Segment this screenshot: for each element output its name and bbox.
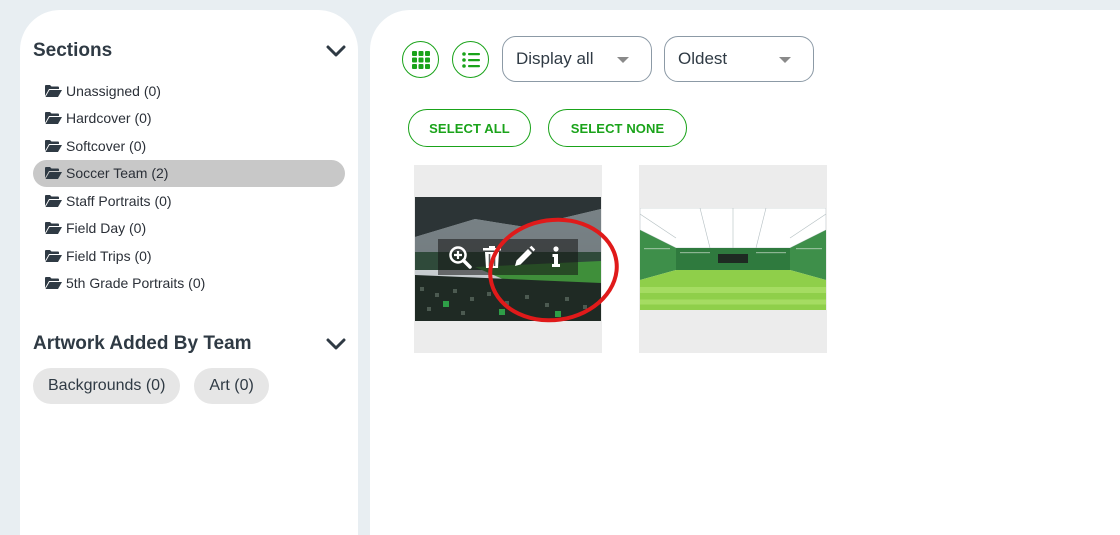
chevron-down-icon[interactable] xyxy=(326,44,346,58)
folder-open-icon xyxy=(45,222,62,235)
artwork-title: Artwork Added By Team xyxy=(33,333,252,354)
folder-item-field-day[interactable]: Field Day (0) xyxy=(33,215,345,243)
photo-action-overlay xyxy=(438,239,578,275)
folder-open-icon xyxy=(45,194,62,207)
photo-tile-1[interactable] xyxy=(414,165,602,353)
folder-label: Soccer Team (2) xyxy=(66,165,169,182)
zoom-in-icon[interactable] xyxy=(448,245,472,269)
sort-order-select[interactable]: Oldest xyxy=(664,36,814,82)
sections-title: Sections xyxy=(33,40,113,61)
chip-art[interactable]: Art (0) xyxy=(194,368,269,404)
folder-label: Field Day (0) xyxy=(66,220,147,237)
folder-item-5th-grade-portraits[interactable]: 5th Grade Portraits (0) xyxy=(33,270,345,298)
folder-open-icon xyxy=(45,112,62,125)
select-none-button[interactable]: SELECT NONE xyxy=(548,109,687,147)
section-folder-list: Unassigned (0) Hardcover (0) Softcover (… xyxy=(33,77,345,297)
folder-open-icon xyxy=(45,84,62,97)
folder-label: Hardcover (0) xyxy=(66,110,152,127)
folder-item-hardcover[interactable]: Hardcover (0) xyxy=(33,105,345,133)
photo-tile-2[interactable] xyxy=(639,165,827,353)
folder-open-icon xyxy=(45,167,62,180)
grid-icon xyxy=(411,50,430,69)
stadium-field-image xyxy=(640,208,826,310)
chevron-down-icon[interactable] xyxy=(326,337,346,351)
folder-label: Unassigned (0) xyxy=(66,82,161,99)
chip-backgrounds[interactable]: Backgrounds (0) xyxy=(33,368,181,404)
list-icon xyxy=(461,51,480,68)
info-icon[interactable] xyxy=(544,245,568,269)
main-panel: Display all Oldest SELECT ALL SELECT NON… xyxy=(370,10,1120,535)
folder-label: Softcover (0) xyxy=(66,137,147,154)
display-filter-select[interactable]: Display all xyxy=(502,36,652,82)
folder-item-soccer-team[interactable]: Soccer Team (2) xyxy=(33,159,345,187)
folder-item-softcover[interactable]: Softcover (0) xyxy=(33,132,345,160)
select-all-button[interactable]: SELECT ALL xyxy=(408,109,531,147)
sections-header[interactable]: Sections xyxy=(33,40,346,62)
folder-item-field-trips[interactable]: Field Trips (0) xyxy=(33,242,345,270)
folder-open-icon xyxy=(45,249,62,262)
list-view-button[interactable] xyxy=(452,41,489,78)
folder-label: 5th Grade Portraits (0) xyxy=(66,275,206,292)
artwork-header[interactable]: Artwork Added By Team xyxy=(33,333,346,355)
folder-label: Field Trips (0) xyxy=(66,247,152,264)
display-filter-value: Display all xyxy=(516,49,594,68)
stadium-crowd-photo[interactable] xyxy=(415,197,601,321)
folder-open-icon xyxy=(45,277,62,290)
caret-down-icon xyxy=(779,57,791,63)
pencil-icon[interactable] xyxy=(512,245,536,269)
folder-label: Staff Portraits (0) xyxy=(66,192,172,209)
folder-item-staff-portraits[interactable]: Staff Portraits (0) xyxy=(33,187,345,215)
folder-open-icon xyxy=(45,139,62,152)
trash-icon[interactable] xyxy=(480,245,504,269)
artwork-chips: Backgrounds (0) Art (0) xyxy=(33,368,269,404)
folder-item-unassigned[interactable]: Unassigned (0) xyxy=(33,77,345,105)
stadium-field-photo[interactable] xyxy=(640,208,826,310)
sort-order-value: Oldest xyxy=(678,49,728,68)
caret-down-icon xyxy=(617,57,629,63)
grid-view-button[interactable] xyxy=(402,41,439,78)
sidebar: Sections Unassigned (0) Hardcover (0) So… xyxy=(20,10,358,535)
